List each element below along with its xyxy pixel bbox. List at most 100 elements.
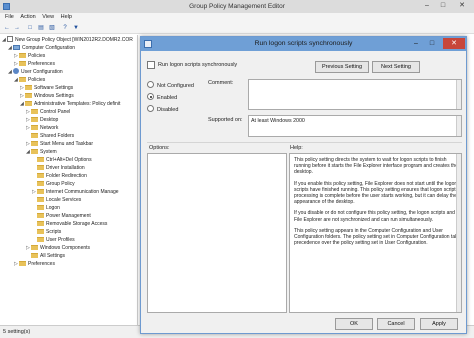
tree-item-policies[interactable]: ▷ Policies bbox=[14, 52, 45, 60]
minimize-button[interactable]: – bbox=[420, 1, 434, 11]
folder-icon bbox=[31, 125, 38, 130]
menu-file[interactable]: File bbox=[5, 13, 14, 22]
folder-icon bbox=[31, 253, 38, 258]
menu-action[interactable]: Action bbox=[20, 13, 35, 22]
tree-item-computer-configuration[interactable]: ◢ Computer Configuration bbox=[8, 44, 75, 52]
show-hide-tree-icon[interactable]: ▤ bbox=[37, 24, 45, 32]
tree-item-group-policy[interactable]: Group Policy bbox=[32, 180, 75, 188]
folder-icon bbox=[25, 85, 32, 90]
tree-item-root[interactable]: ◢ New Group Policy Object [WIN2012R2.DOMR… bbox=[2, 36, 133, 44]
user-icon bbox=[13, 68, 19, 74]
section-divider bbox=[147, 142, 462, 143]
tree-item-power-management[interactable]: Power Management bbox=[32, 212, 91, 220]
tree-item-scripts[interactable]: Scripts bbox=[32, 228, 61, 236]
folder-icon bbox=[25, 93, 32, 98]
help-scrollbar[interactable] bbox=[456, 154, 461, 312]
tree-item-logon[interactable]: Logon bbox=[32, 204, 60, 212]
tree-item-all-settings[interactable]: All Settings bbox=[26, 252, 65, 260]
console-tree: ◢ New Group Policy Object [WIN2012R2.DOMR… bbox=[0, 35, 138, 325]
options-label: Options: bbox=[149, 145, 170, 151]
enabled-radio[interactable]: Enabled bbox=[147, 93, 177, 102]
menu-help[interactable]: Help bbox=[61, 13, 72, 22]
tree-item-removable-storage[interactable]: Removable Storage Access bbox=[32, 220, 107, 228]
back-arrow-icon[interactable]: ← bbox=[3, 24, 11, 32]
folder-icon bbox=[19, 77, 26, 82]
status-text: 5 setting(s) bbox=[3, 329, 31, 335]
tree-item-administrative-templates[interactable]: ◢ Administrative Templates: Policy defini… bbox=[20, 100, 120, 108]
folder-icon bbox=[37, 165, 44, 170]
tree-item-software-settings[interactable]: ▷ Software Settings bbox=[20, 84, 73, 92]
up-level-icon[interactable]: □ bbox=[26, 24, 34, 32]
options-pane bbox=[147, 153, 287, 313]
folder-icon bbox=[37, 181, 44, 186]
help-paragraph: If you disable or do not configure this … bbox=[294, 210, 455, 223]
cancel-button[interactable]: Cancel bbox=[377, 318, 415, 330]
tree-item-driver-installation[interactable]: Driver Installation bbox=[32, 164, 85, 172]
previous-setting-button[interactable]: Previous Setting bbox=[315, 61, 369, 73]
help-label: Help: bbox=[290, 145, 303, 151]
tree-item-ctrl-alt-del-options[interactable]: Ctrl+Alt+Del Options bbox=[32, 156, 92, 164]
tree-item-preferences[interactable]: ▷ Preferences bbox=[14, 260, 55, 268]
folder-icon bbox=[37, 189, 44, 194]
menu-view[interactable]: View bbox=[42, 13, 54, 22]
folder-icon bbox=[19, 53, 26, 58]
folder-icon bbox=[31, 133, 38, 138]
tree-item-system[interactable]: ◢ System bbox=[26, 148, 57, 156]
help-text: This policy setting directs the system t… bbox=[294, 157, 462, 251]
help-paragraph: This policy setting appears in the Compu… bbox=[294, 227, 462, 247]
setting-name: Run logon scripts synchronously bbox=[158, 62, 238, 68]
forward-arrow-icon[interactable]: → bbox=[13, 24, 21, 32]
computer-icon bbox=[13, 45, 20, 50]
tree-item-preferences[interactable]: ▷ Preferences bbox=[14, 60, 55, 68]
dialog-minimize-button[interactable]: – bbox=[409, 38, 423, 49]
tree-item-start-menu-taskbar[interactable]: ▷ Start Menu and Taskbar bbox=[26, 140, 93, 148]
help-pane[interactable]: This policy setting directs the system t… bbox=[289, 153, 462, 313]
maximize-button[interactable]: □ bbox=[436, 1, 450, 11]
tree-item-user-profiles[interactable]: User Profiles bbox=[32, 236, 75, 244]
tree-item-user-configuration[interactable]: ◢ User Configuration bbox=[8, 68, 63, 76]
disabled-radio[interactable]: Disabled bbox=[147, 105, 178, 114]
dialog-title-bar: Run logon scripts synchronously – □ ✕ bbox=[141, 37, 466, 51]
comment-field[interactable] bbox=[248, 79, 462, 110]
folder-icon bbox=[37, 229, 44, 234]
folder-icon bbox=[31, 109, 38, 114]
dialog-maximize-button[interactable]: □ bbox=[425, 38, 439, 49]
supported-scrollbar[interactable] bbox=[456, 116, 461, 136]
next-setting-button[interactable]: Next Setting bbox=[372, 61, 420, 73]
tree-item-windows-settings[interactable]: ▷ Windows Settings bbox=[20, 92, 74, 100]
supported-on-value: At least Windows 2000 bbox=[251, 118, 305, 124]
tree-item-policies[interactable]: ◢ Policies bbox=[14, 76, 45, 84]
radio-selected-icon bbox=[147, 93, 154, 100]
dialog-close-button[interactable]: ✕ bbox=[443, 38, 465, 49]
gpo-icon bbox=[7, 36, 13, 42]
folder-icon bbox=[37, 205, 44, 210]
comment-label: Comment: bbox=[208, 80, 234, 86]
not-configured-radio[interactable]: Not Configured bbox=[147, 81, 194, 90]
tree-item-control-panel[interactable]: ▷ Control Panel bbox=[26, 108, 70, 116]
help-paragraph: If you enable this policy setting, File … bbox=[294, 180, 458, 206]
supported-on-label: Supported on: bbox=[208, 117, 243, 123]
tree-item-desktop[interactable]: ▷ Desktop bbox=[26, 116, 58, 124]
folder-icon bbox=[19, 261, 26, 266]
tree-item-internet-communication[interactable]: ▷ Internet Communication Manage bbox=[32, 188, 119, 196]
folder-icon bbox=[25, 101, 32, 106]
folder-icon bbox=[37, 197, 44, 202]
ok-button[interactable]: OK bbox=[335, 318, 373, 330]
folder-icon bbox=[19, 61, 26, 66]
export-list-icon[interactable]: ▧ bbox=[48, 24, 56, 32]
folder-icon bbox=[37, 221, 44, 226]
filter-icon[interactable]: ▼ bbox=[72, 24, 80, 32]
tree-item-locale-services[interactable]: Locale Services bbox=[32, 196, 81, 204]
tree-item-network[interactable]: ▷ Network bbox=[26, 124, 58, 132]
close-button[interactable]: ✕ bbox=[455, 1, 469, 11]
tree-item-shared-folders[interactable]: Shared Folders bbox=[26, 132, 74, 140]
folder-icon bbox=[37, 157, 44, 162]
toolbar: ← → □ ▤ ▧ ? ▼ bbox=[0, 22, 474, 34]
radio-icon bbox=[147, 81, 154, 88]
radio-icon bbox=[147, 105, 154, 112]
comment-scrollbar[interactable] bbox=[456, 80, 461, 109]
tree-item-folder-redirection[interactable]: Folder Redirection bbox=[32, 172, 87, 180]
apply-button[interactable]: Apply bbox=[420, 318, 458, 330]
help-icon[interactable]: ? bbox=[61, 24, 69, 32]
tree-item-windows-components[interactable]: ▷ Windows Components bbox=[26, 244, 90, 252]
